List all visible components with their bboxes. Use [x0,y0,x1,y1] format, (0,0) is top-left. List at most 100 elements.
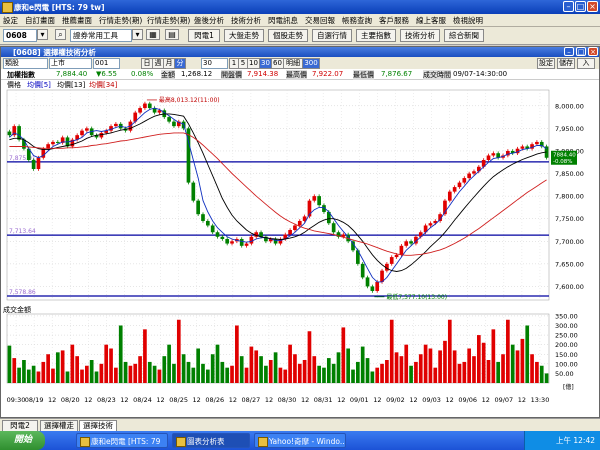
candle-body [114,123,118,127]
x-tick-label: 09/07 [494,396,513,404]
volume-bar [375,367,380,383]
candle-body [147,103,152,109]
volume-bar [476,335,481,383]
start-button[interactable]: 開始 [0,431,45,450]
menu-technical[interactable]: 技術分析 [231,15,261,26]
x-tick-label: 09:30 [7,396,26,404]
x-tick-label: 08/25 [169,396,188,404]
volume-tick-label: 200.00 [555,341,578,349]
system-tray: 上午 12:42 [524,431,600,450]
price-tick-label: 8,000.00 [555,102,584,110]
volume-bar [143,329,147,383]
volume-tick-label: 50.00 [555,370,574,378]
volume-bar [438,350,442,383]
volume-bar [205,369,210,383]
menu-bar: 設定 自訂畫面 推薦畫面 行情走勢(期) 行情走勢(期) 盤後分析 技術分析 閃… [0,14,600,27]
x-tick-label: 12 [301,396,309,404]
price-tick-label: 7,800.00 [555,193,584,201]
tool-dropdown-arrow-icon[interactable]: ▾ [132,29,143,40]
bottom-tabs: 閃電2 選擇權走 選擇技術 [0,418,600,432]
watchlist-button[interactable]: 自選行情 [312,29,352,42]
volume-bar [89,360,94,383]
x-tick-label: 12 [409,396,417,404]
candle-body [472,171,476,174]
candle-body [205,220,210,226]
menu-quotes-2[interactable]: 行情走勢(期) [147,15,190,26]
volume-bar [17,367,21,383]
market-trend-button[interactable]: 大盤走勢 [224,29,264,42]
volume-bar [244,367,249,383]
menu-online-support[interactable]: 線上客服 [416,15,446,26]
chart-window: [0608] 選擇權技術分析 – □ × 類股 上市 001 日 週 月 分 3… [0,46,600,418]
tool-select[interactable]: 證券常用工具 [70,29,132,42]
window-title-bar[interactable]: 康和e閃電 [HTS: 79 tw] – □ × [0,0,600,14]
candle-body [225,239,230,244]
volume-bar [172,363,176,383]
volume-bar [356,361,360,383]
volume-bar [249,346,254,383]
volume-bar [157,369,162,383]
news-button[interactable]: 綜合新聞 [444,29,484,42]
volume-bar [312,356,317,383]
search-icon[interactable]: ⌕ [55,29,66,40]
x-tick-label: 09/03 [422,396,441,404]
menu-recommended[interactable]: 推薦畫面 [62,15,92,26]
candle-body [31,160,36,170]
menu-customer-service[interactable]: 客戶服務 [379,15,409,26]
calculator-icon[interactable]: ▦ [146,29,160,40]
volume-bar [186,361,191,383]
technical-analysis-button[interactable]: 技術分析 [400,29,440,42]
maximize-button[interactable]: □ [575,1,586,12]
volume-bar [259,356,263,383]
volume-bar [26,369,31,383]
close-button[interactable]: × [587,1,598,12]
volume-bar [409,365,413,383]
taskbar: 開始 康和e閃電 [HTS: 79 圖表分析表 Yahoo!奇摩 - Windo… [0,431,600,450]
volume-bar [191,367,196,383]
menu-after-hours[interactable]: 盤後分析 [194,15,224,26]
task-app[interactable]: 康和e閃電 [HTS: 79 [76,433,168,448]
menu-trade-report[interactable]: 交易回報 [305,15,335,26]
chart-tool-icon[interactable]: ▤ [165,29,179,40]
candle-body [293,225,297,230]
task-browser[interactable]: Yahoo!奇摩 - Windo... [254,433,346,448]
minimize-button[interactable]: – [563,1,574,12]
flash1-button[interactable]: 閃電1 [188,29,220,42]
volume-bar [104,344,109,383]
menu-settings[interactable]: 設定 [3,15,18,26]
candle-body [55,141,60,143]
chart-canvas[interactable]: 8,000.007,950.007,900.007,850.007,800.00… [1,47,599,417]
stock-trend-button[interactable]: 個股走勢 [268,29,308,42]
menu-custom-screen[interactable]: 自訂畫面 [25,15,55,26]
candle-body [143,103,147,109]
x-tick-label: 12 [156,396,164,404]
x-tick-label: 12 [482,396,490,404]
volume-bar [535,361,539,383]
volume-bar [307,331,312,383]
volume-bar [501,354,505,383]
code-dropdown-arrow-icon[interactable]: ▾ [37,29,48,40]
volume-bar [60,350,65,383]
candle-body [210,225,215,233]
low-annotation: 最低7,577.10(13:00) [386,293,447,301]
menu-flash-news[interactable]: 閃電訊息 [268,15,298,26]
x-tick-label: 08/24 [133,396,152,404]
volume-tick-label: 250.00 [555,332,578,340]
candle-body [201,214,205,221]
candle-body [457,182,462,188]
volume-bar [176,319,181,383]
main-index-button[interactable]: 主要指數 [356,29,396,42]
volume-bar [75,356,80,383]
candle-body [85,128,89,131]
candle-body [409,241,413,244]
menu-quotes-futures[interactable]: 行情走勢(期) [99,15,142,26]
volume-bar [230,365,234,383]
volume-bar [457,363,462,383]
task-chart[interactable]: 圖表分析表 [172,433,250,448]
menu-help[interactable]: 檢視說明 [453,15,483,26]
volume-bar [128,365,133,383]
high-annotation: 最高8,013.12(11:00) [159,96,220,104]
candle-body [36,157,41,170]
menu-account[interactable]: 帳務查詢 [342,15,372,26]
stock-code-input[interactable]: 0608 [3,29,37,42]
